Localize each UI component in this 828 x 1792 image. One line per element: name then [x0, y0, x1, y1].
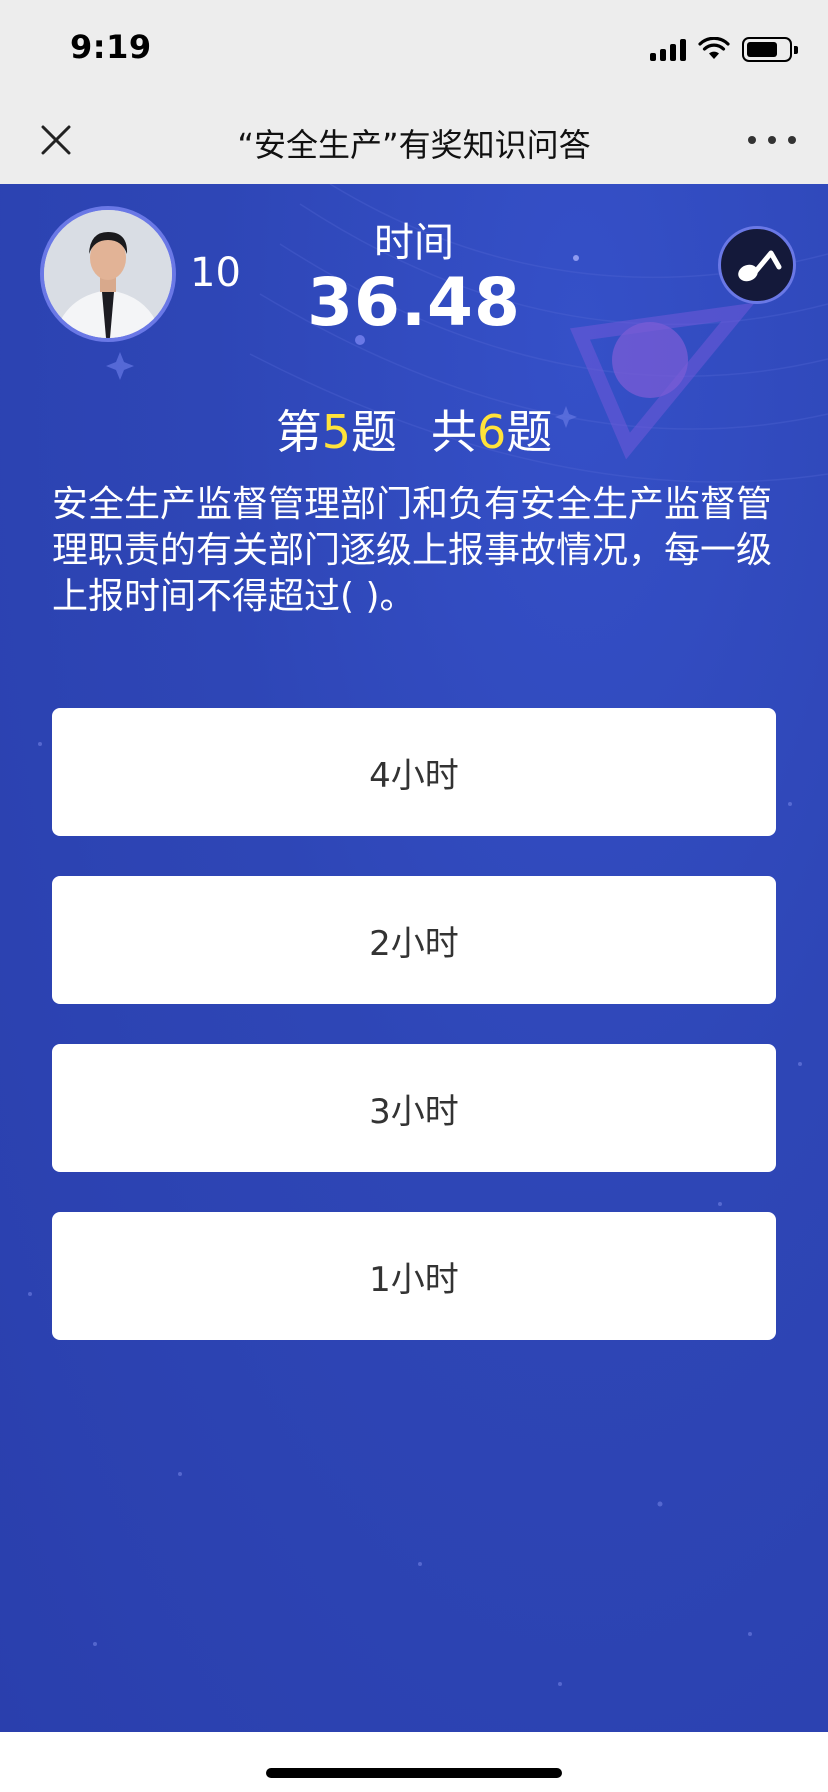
answer-option[interactable]: 4小时 [52, 708, 776, 836]
nav-bar: “安全生产”有奖知识问答 [0, 100, 828, 184]
progress-prefix: 第 [275, 405, 322, 459]
page-title: “安全生产”有奖知识问答 [237, 126, 591, 164]
question-text: 安全生产监督管理部门和负有安全生产监督管理职责的有关部门逐级上报事故情况，每一级… [52, 484, 773, 617]
quiz-area: 10 时间 36.48 第5题 共6题 安全生产监督管理部门和负有安全生产监督管理… [0, 184, 828, 1732]
answer-options: 4小时 2小时 3小时 1小时 [52, 708, 776, 1380]
progress-total-prefix: 共 [431, 405, 477, 459]
status-icons [650, 34, 798, 64]
home-bar-area [0, 1732, 828, 1792]
close-icon[interactable] [38, 122, 74, 158]
answer-option[interactable]: 1小时 [52, 1212, 776, 1340]
status-time: 9:19 [70, 28, 152, 66]
home-indicator[interactable] [266, 1768, 562, 1778]
more-icon[interactable] [748, 122, 796, 158]
total-question-count: 6 [477, 405, 507, 459]
timer-value: 36.48 [307, 264, 521, 341]
progress-suffix: 题 [506, 405, 553, 459]
question-progress: 第5题 共6题 [0, 396, 828, 462]
answer-option[interactable]: 3小时 [52, 1044, 776, 1172]
answer-option[interactable]: 2小时 [52, 876, 776, 1004]
cellular-signal-icon [650, 37, 686, 61]
battery-icon [742, 36, 798, 62]
timer-label: 时间 [374, 220, 454, 266]
progress-middle: 题 [351, 405, 397, 459]
wifi-icon [698, 37, 730, 59]
status-bar: 9:19 [0, 0, 828, 100]
current-question-number: 5 [321, 405, 351, 459]
music-note-icon[interactable] [718, 226, 796, 304]
